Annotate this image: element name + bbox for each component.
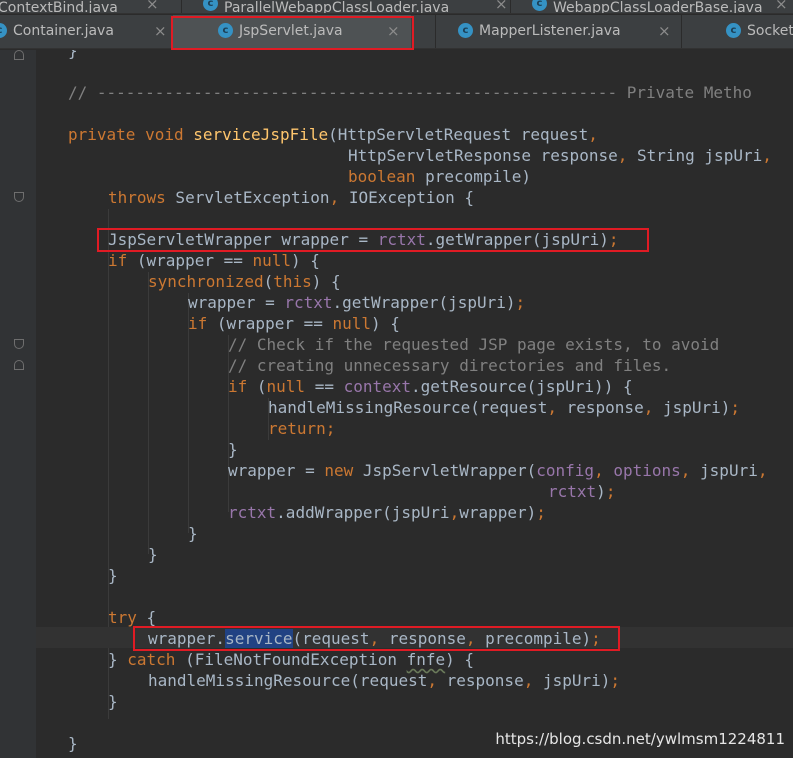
code-line: } <box>68 734 78 753</box>
tab-separator <box>510 0 511 13</box>
annotation-box-service-call <box>133 626 620 651</box>
tab-separator <box>435 15 436 48</box>
annotation-box-getwrapper <box>97 228 649 252</box>
code-line: } <box>108 566 118 585</box>
editor-gutter <box>0 50 36 758</box>
class-icon: c <box>726 23 741 38</box>
tab-label: ParallelWebappClassLoader.java <box>224 0 450 14</box>
tab-separator <box>181 0 182 13</box>
code-line: rctxt.addWrapper(jspUri,wrapper); <box>228 503 546 522</box>
code-line: boolean precompile) <box>348 167 532 186</box>
code-line: } catch (FileNotFoundException fnfe) { <box>108 650 475 669</box>
tab-label: Container.java <box>13 22 114 39</box>
code-line: } <box>148 545 158 564</box>
code-line: private void serviceJspFile(HttpServletR… <box>68 125 598 144</box>
close-icon[interactable]: × <box>154 22 167 40</box>
code-line: } <box>108 692 118 711</box>
code-line: // creating unnecessary directories and … <box>228 356 672 375</box>
code-line: } <box>68 50 78 60</box>
code-line: handleMissingResource(request, response,… <box>148 671 621 690</box>
code-line: throws ServletException, IOException { <box>108 188 475 207</box>
tab-separator <box>681 15 682 48</box>
class-icon: c <box>203 0 218 11</box>
tab-label: MapperListener.java <box>479 22 621 39</box>
fold-marker-icon[interactable] <box>14 192 24 202</box>
code-line: if (wrapper == null) { <box>108 251 320 270</box>
code-line: // Check if the requested JSP page exist… <box>228 335 720 354</box>
annotation-box-tab <box>171 16 414 50</box>
class-icon: c <box>0 23 7 38</box>
code-line: } <box>188 524 198 543</box>
indent-guide <box>148 272 149 554</box>
tab-contextbind[interactable]: ContextBind.java × <box>0 0 159 14</box>
class-icon: c <box>458 23 473 38</box>
close-icon[interactable]: × <box>495 0 508 13</box>
tab-webappclassloaderbase[interactable]: c WebappClassLoaderBase.java × <box>532 0 788 14</box>
close-icon[interactable]: × <box>146 0 159 13</box>
tab-label: Socket <box>747 22 793 39</box>
code-line: handleMissingResource(request, response,… <box>268 398 741 417</box>
watermark-text: https://blog.csdn.net/ywlmsm1224811 <box>495 730 785 748</box>
close-icon[interactable]: × <box>658 22 671 40</box>
fold-marker-icon[interactable] <box>14 360 24 370</box>
code-line: HttpServletResponse response, String jsp… <box>348 146 772 165</box>
close-icon[interactable]: × <box>775 0 788 13</box>
tab-parallelwebappclassloader[interactable]: c ParallelWebappClassLoader.java × <box>203 0 508 14</box>
code-line: if (null == context.getResource(jspUri))… <box>228 377 633 396</box>
code-line: if (wrapper == null) { <box>188 314 400 333</box>
code-line: rctxt); <box>548 482 616 501</box>
editor-tabs-row-1: ContextBind.java × c ParallelWebappClass… <box>0 0 793 14</box>
code-line: synchronized(this) { <box>148 272 341 291</box>
class-icon: c <box>532 0 547 11</box>
code-line: // -------------------------------------… <box>68 83 752 102</box>
code-line: wrapper = new JspServletWrapper(config, … <box>228 461 768 480</box>
tab-socket[interactable]: c Socket <box>726 15 793 48</box>
code-line: wrapper = rctxt.getWrapper(jspUri); <box>188 293 526 312</box>
code-editor[interactable]: } // -----------------------------------… <box>36 50 793 758</box>
tab-mapperlistener[interactable]: c MapperListener.java × <box>458 15 671 48</box>
fold-marker-icon[interactable] <box>14 50 24 60</box>
tab-label: WebappClassLoaderBase.java <box>553 0 763 14</box>
tab-label: ContextBind.java <box>0 0 118 14</box>
code-line: try { <box>108 608 157 627</box>
tab-container[interactable]: c Container.java × <box>0 15 172 48</box>
code-line: return; <box>268 419 336 438</box>
fold-marker-icon[interactable] <box>14 339 24 349</box>
code-line: } <box>228 440 238 459</box>
